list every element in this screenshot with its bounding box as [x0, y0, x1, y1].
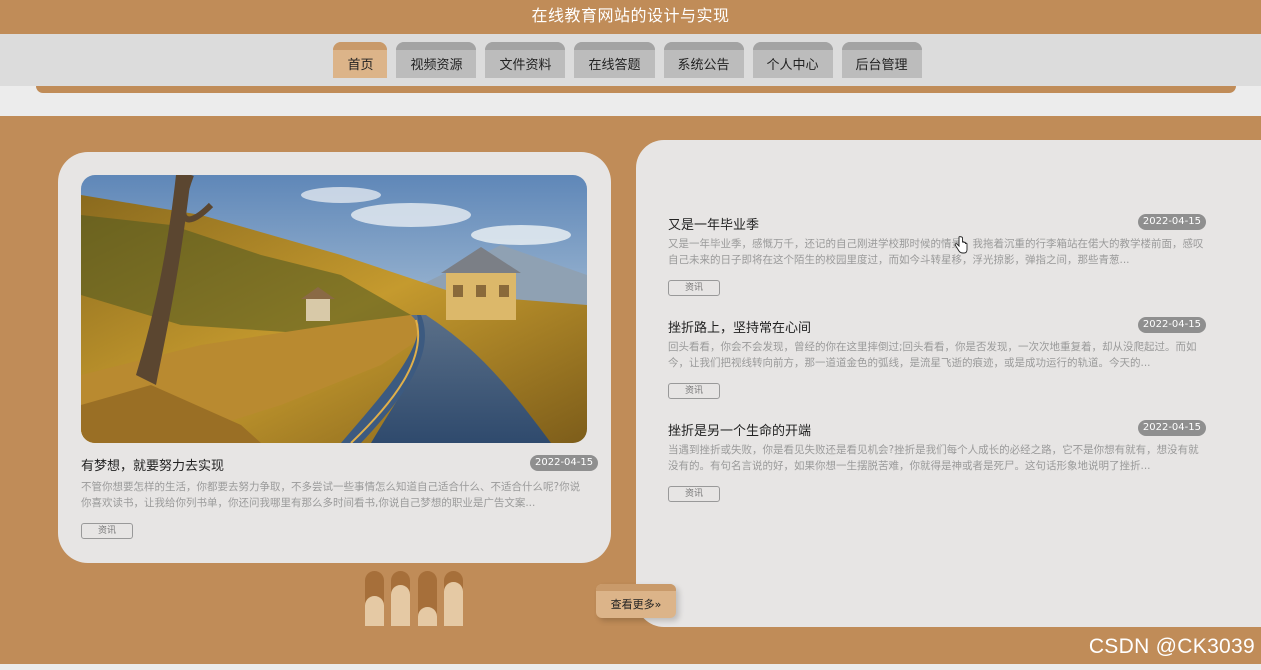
date-badge: 2022-04-15 [1137, 317, 1206, 333]
header-divider [0, 86, 1261, 116]
category-tag[interactable]: 资讯 [668, 383, 720, 399]
list-item[interactable]: 挫折路上，坚持常在心间 2022-04-15 回头看看，你会不会发现，曾经的你在… [668, 317, 1206, 407]
featured-card[interactable]: 有梦想，就要努力去实现 2022-04-15 不管你想要怎样的生活，你都要去努力… [58, 152, 611, 563]
list-item[interactable]: 挫折是另一个生命的开端 2022-04-15 当遇到挫折或失败，你是看见失败还是… [668, 420, 1206, 510]
category-tag[interactable]: 资讯 [668, 280, 720, 296]
carousel-dot[interactable] [418, 571, 437, 626]
landscape-image [81, 175, 587, 443]
nav-label: 文件资料 [499, 58, 552, 73]
news-title[interactable]: 挫折路上，坚持常在心间 [668, 317, 811, 336]
nav-label: 在线答题 [588, 58, 641, 73]
view-more-button[interactable]: 查看更多» [596, 584, 676, 618]
nav-label: 后台管理 [855, 58, 908, 73]
date-badge: 2022-04-15 [530, 455, 599, 471]
nav-personal-center[interactable]: 个人中心 [752, 42, 833, 78]
news-excerpt: 回头看看，你会不会发现，曾经的你在这里摔倒过;回头看看，你是否发现，一次次地重复… [668, 341, 1197, 369]
featured-excerpt: 不管你想要怎样的生活，你都要去努力争取，不多尝试一些事情怎么知道自己适合什么、不… [81, 481, 581, 509]
nav-menu: 首页 视频资源 文件资料 在线答题 系统公告 个人中心 后台管理 [0, 42, 1261, 78]
nav-bar: 首页 视频资源 文件资料 在线答题 系统公告 个人中心 后台管理 [0, 34, 1261, 86]
news-excerpt: 当遇到挫折或失败，你是看见失败还是看见机会?挫折是我们每个人成长的必经之路，它不… [668, 444, 1199, 472]
category-tag[interactable]: 资讯 [668, 486, 720, 502]
nav-home[interactable]: 首页 [333, 42, 388, 78]
nav-online-quiz[interactable]: 在线答题 [574, 42, 655, 78]
carousel-indicator [365, 571, 463, 626]
site-header: 在线教育网站的设计与实现 [0, 0, 1261, 34]
nav-admin[interactable]: 后台管理 [841, 42, 922, 78]
date-badge: 2022-04-15 [1137, 214, 1206, 230]
nav-label: 视频资源 [410, 58, 463, 73]
carousel-dot[interactable] [444, 571, 463, 626]
news-title[interactable]: 又是一年毕业季 [668, 214, 759, 233]
list-item[interactable]: 又是一年毕业季 2022-04-15 又是一年毕业季，感慨万千，还记的自己刚进学… [668, 214, 1206, 304]
nav-announcements[interactable]: 系统公告 [663, 42, 744, 78]
featured-title[interactable]: 有梦想，就要努力去实现 [81, 455, 224, 474]
watermark: CSDN @CK3039 [1088, 635, 1255, 658]
date-badge: 2022-04-15 [1137, 420, 1206, 436]
nav-label: 系统公告 [677, 58, 730, 73]
news-excerpt: 又是一年毕业季，感慨万千，还记的自己刚进学校那时候的情景，我拖着沉重的行李箱站在… [668, 238, 1204, 266]
nav-video-resources[interactable]: 视频资源 [396, 42, 477, 78]
news-panel: 又是一年毕业季 2022-04-15 又是一年毕业季，感慨万千，还记的自己刚进学… [636, 140, 1261, 627]
hand-cursor-icon [954, 236, 968, 254]
carousel-dot[interactable] [365, 571, 384, 626]
news-title[interactable]: 挫折是另一个生命的开端 [668, 420, 811, 439]
carousel-dot[interactable] [391, 571, 410, 626]
nav-label: 首页 [347, 58, 374, 73]
footer-strip [0, 664, 1261, 670]
landscape-photo[interactable] [81, 175, 587, 443]
category-tag[interactable]: 资讯 [81, 523, 133, 539]
nav-label: 个人中心 [766, 58, 819, 73]
site-title: 在线教育网站的设计与实现 [531, 6, 730, 25]
decorative-curve [36, 86, 1236, 93]
nav-file-materials[interactable]: 文件资料 [485, 42, 566, 78]
